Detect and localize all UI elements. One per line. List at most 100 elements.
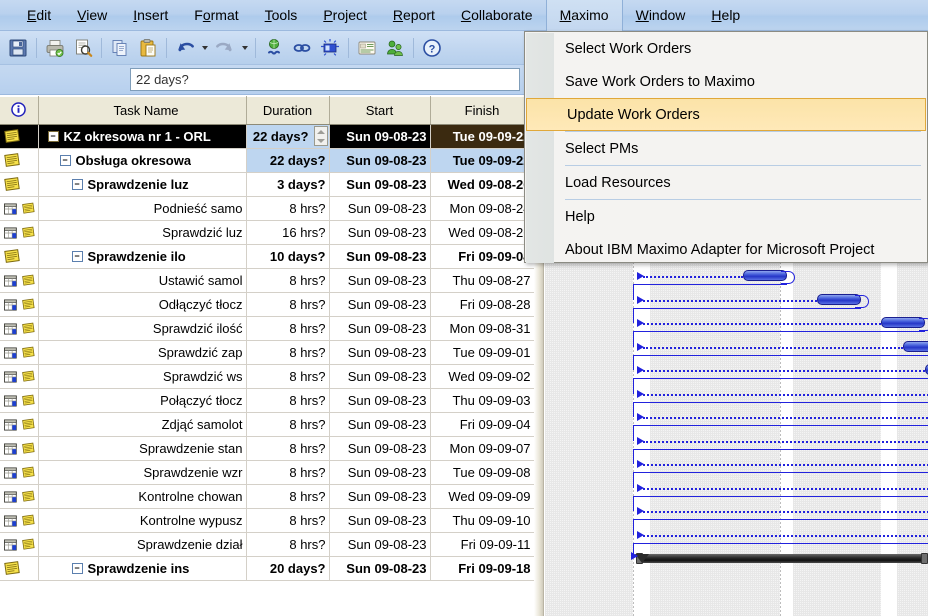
duration-cell[interactable]: 16 hrs?: [246, 220, 330, 245]
task-information-icon[interactable]: [353, 34, 381, 62]
menu-maximo[interactable]: Maximo: [545, 0, 623, 31]
duration-cell[interactable]: 8 hrs?: [246, 484, 330, 509]
menu-item-about-ibm-maximo-adapter-for-microsoft-project[interactable]: About IBM Maximo Adapter for Microsoft P…: [525, 233, 927, 266]
redo-icon[interactable]: [211, 34, 239, 62]
start-date-cell[interactable]: Sun 09-08-23: [329, 172, 431, 197]
finish-date-cell[interactable]: Fri 09-09-11: [430, 532, 534, 557]
task-name-cell[interactable]: − KZ okresowa nr 1 - ORL: [38, 124, 247, 149]
column-header-indicators[interactable]: [0, 96, 39, 125]
task-name-cell[interactable]: Zdjąć samolot: [38, 412, 247, 437]
duration-cell[interactable]: 8 hrs?: [246, 508, 330, 533]
finish-date-cell[interactable]: Tue 09-09-08: [430, 460, 534, 485]
start-date-cell[interactable]: Sun 09-08-23: [329, 460, 431, 485]
table-row[interactable]: Zdjąć samolot 8 hrs? Sun 09-08-23 Fri 09-09…: [0, 412, 534, 437]
start-date-cell[interactable]: Sun 09-08-23: [329, 292, 431, 317]
row-indicator-cell[interactable]: [0, 460, 39, 485]
outline-collapse-toggle[interactable]: −: [71, 179, 83, 190]
start-date-cell[interactable]: Sun 09-08-23: [329, 484, 431, 509]
menu-project[interactable]: Project: [310, 0, 380, 31]
task-name-cell[interactable]: Sprawdzenie wzr: [38, 460, 247, 485]
start-date-cell[interactable]: Sun 09-08-23: [329, 364, 431, 389]
start-date-cell[interactable]: Sun 09-08-23: [329, 340, 431, 365]
outline-collapse-toggle[interactable]: −: [59, 155, 71, 166]
assign-resources-icon[interactable]: [381, 34, 409, 62]
finish-date-cell[interactable]: Thu 09-08-27: [430, 268, 534, 293]
table-row[interactable]: − Obsługa okresowa 22 days? Sun 09-08-23 Tue…: [0, 148, 534, 173]
start-date-cell[interactable]: Sun 09-08-23: [329, 508, 431, 533]
finish-date-cell[interactable]: Mon 09-08-24: [430, 196, 534, 221]
task-name-cell[interactable]: Podnieść samo: [38, 196, 247, 221]
undo-icon[interactable]: [171, 34, 199, 62]
finish-date-cell[interactable]: Wed 09-08-26: [430, 172, 534, 197]
table-row[interactable]: − Sprawdzenie ins 20 days? Sun 09-08-23 Fri …: [0, 556, 534, 581]
duration-cell[interactable]: 8 hrs?: [246, 532, 330, 557]
menu-item-select-work-orders[interactable]: Select Work Orders: [525, 32, 927, 65]
duration-cell[interactable]: 8 hrs?: [246, 316, 330, 341]
table-row[interactable]: − Sprawdzenie luz 3 days? Sun 09-08-23 Wed 0…: [0, 172, 534, 197]
duration-cell[interactable]: 20 days?: [246, 556, 330, 581]
start-date-cell[interactable]: Sun 09-08-23: [329, 556, 431, 581]
menu-tools[interactable]: Tools: [252, 0, 311, 31]
table-row[interactable]: Kontrolne wypusz 8 hrs? Sun 09-08-23 Thu 09…: [0, 508, 534, 533]
start-date-cell[interactable]: Sun 09-08-23: [329, 388, 431, 413]
task-name-cell[interactable]: Sprawdzić luz: [38, 220, 247, 245]
duration-cell[interactable]: 22 days?: [246, 148, 330, 173]
start-date-cell[interactable]: Sun 09-08-23: [329, 220, 431, 245]
link-tasks-icon[interactable]: [260, 34, 288, 62]
row-indicator-cell[interactable]: [0, 268, 39, 293]
table-row[interactable]: Sprawdzić luz 16 hrs? Sun 09-08-23 Wed 09-0…: [0, 220, 534, 245]
task-name-cell[interactable]: − Sprawdzenie luz: [38, 172, 247, 197]
table-row[interactable]: Podnieść samo 8 hrs? Sun 09-08-23 Mon 09-08…: [0, 196, 534, 221]
duration-cell[interactable]: 8 hrs?: [246, 340, 330, 365]
finish-date-cell[interactable]: Thu 09-09-10: [430, 508, 534, 533]
start-date-cell[interactable]: Sun 09-08-23: [329, 268, 431, 293]
finish-date-cell[interactable]: Mon 09-08-31: [430, 316, 534, 341]
row-indicator-cell[interactable]: [0, 244, 39, 269]
task-name-cell[interactable]: Sprawdzić zap: [38, 340, 247, 365]
table-row[interactable]: Sprawdzenie stan 8 hrs? Sun 09-08-23 Mon 09…: [0, 436, 534, 461]
finish-date-cell[interactable]: Mon 09-09-07: [430, 436, 534, 461]
duration-cell[interactable]: 8 hrs?: [246, 436, 330, 461]
menu-view[interactable]: View: [64, 0, 120, 31]
task-name-cell[interactable]: Połączyć tłocz: [38, 388, 247, 413]
task-name-cell[interactable]: Sprawdzenie stan: [38, 436, 247, 461]
table-row[interactable]: − Sprawdzenie ilo 10 days? Sun 09-08-23 Fri …: [0, 244, 534, 269]
table-row[interactable]: Sprawdzić zap 8 hrs? Sun 09-08-23 Tue 09-09…: [0, 340, 534, 365]
finish-date-cell[interactable]: Tue 09-09-01: [430, 340, 534, 365]
task-name-cell[interactable]: Odłączyć tłocz: [38, 292, 247, 317]
table-row[interactable]: Odłączyć tłocz 8 hrs? Sun 09-08-23 Fri 09-0…: [0, 292, 534, 317]
print-icon[interactable]: [41, 34, 69, 62]
menu-report[interactable]: Report: [380, 0, 448, 31]
duration-cell[interactable]: 3 days?: [246, 172, 330, 197]
task-name-cell[interactable]: − Sprawdzenie ilo: [38, 244, 247, 269]
start-date-cell[interactable]: Sun 09-08-23: [329, 148, 431, 173]
menu-item-update-work-orders[interactable]: Update Work Orders: [526, 98, 926, 131]
start-date-cell[interactable]: Sun 09-08-23: [329, 532, 431, 557]
table-row[interactable]: Sprawdzenie dział 8 hrs? Sun 09-08-23 Fri 0…: [0, 532, 534, 557]
column-header-finish[interactable]: Finish: [430, 96, 534, 125]
start-date-cell[interactable]: Sun 09-08-23: [329, 316, 431, 341]
print-preview-icon[interactable]: [69, 34, 97, 62]
row-indicator-cell[interactable]: [0, 388, 39, 413]
menu-format[interactable]: Format: [181, 0, 251, 31]
row-indicator-cell[interactable]: [0, 220, 39, 245]
task-name-cell[interactable]: − Sprawdzenie ins: [38, 556, 247, 581]
table-row[interactable]: Sprawdzenie wzr 8 hrs? Sun 09-08-23 Tue 09-…: [0, 460, 534, 485]
duration-cell[interactable]: 8 hrs?: [246, 268, 330, 293]
finish-date-cell[interactable]: Tue 09-09-22: [430, 148, 534, 173]
row-indicator-cell[interactable]: [0, 484, 39, 509]
menu-item-save-work-orders-to-maximo[interactable]: Save Work Orders to Maximo: [525, 65, 927, 98]
menu-edit[interactable]: Edit: [14, 0, 64, 31]
duration-cell[interactable]: 8 hrs?: [246, 292, 330, 317]
finish-date-cell[interactable]: Fri 09-08-28: [430, 292, 534, 317]
copy-icon[interactable]: [106, 34, 134, 62]
finish-date-cell[interactable]: Thu 09-09-03: [430, 388, 534, 413]
task-name-cell[interactable]: Ustawić samol: [38, 268, 247, 293]
menu-item-help[interactable]: Help: [525, 200, 927, 233]
finish-date-cell[interactable]: Tue 09-09-22: [430, 124, 534, 149]
table-row[interactable]: Połączyć tłocz 8 hrs? Sun 09-08-23 Thu 09-0…: [0, 388, 534, 413]
finish-date-cell[interactable]: Wed 09-09-02: [430, 364, 534, 389]
row-indicator-cell[interactable]: [0, 340, 39, 365]
column-header-task-name[interactable]: Task Name: [38, 96, 247, 125]
finish-date-cell[interactable]: Wed 09-08-26: [430, 220, 534, 245]
